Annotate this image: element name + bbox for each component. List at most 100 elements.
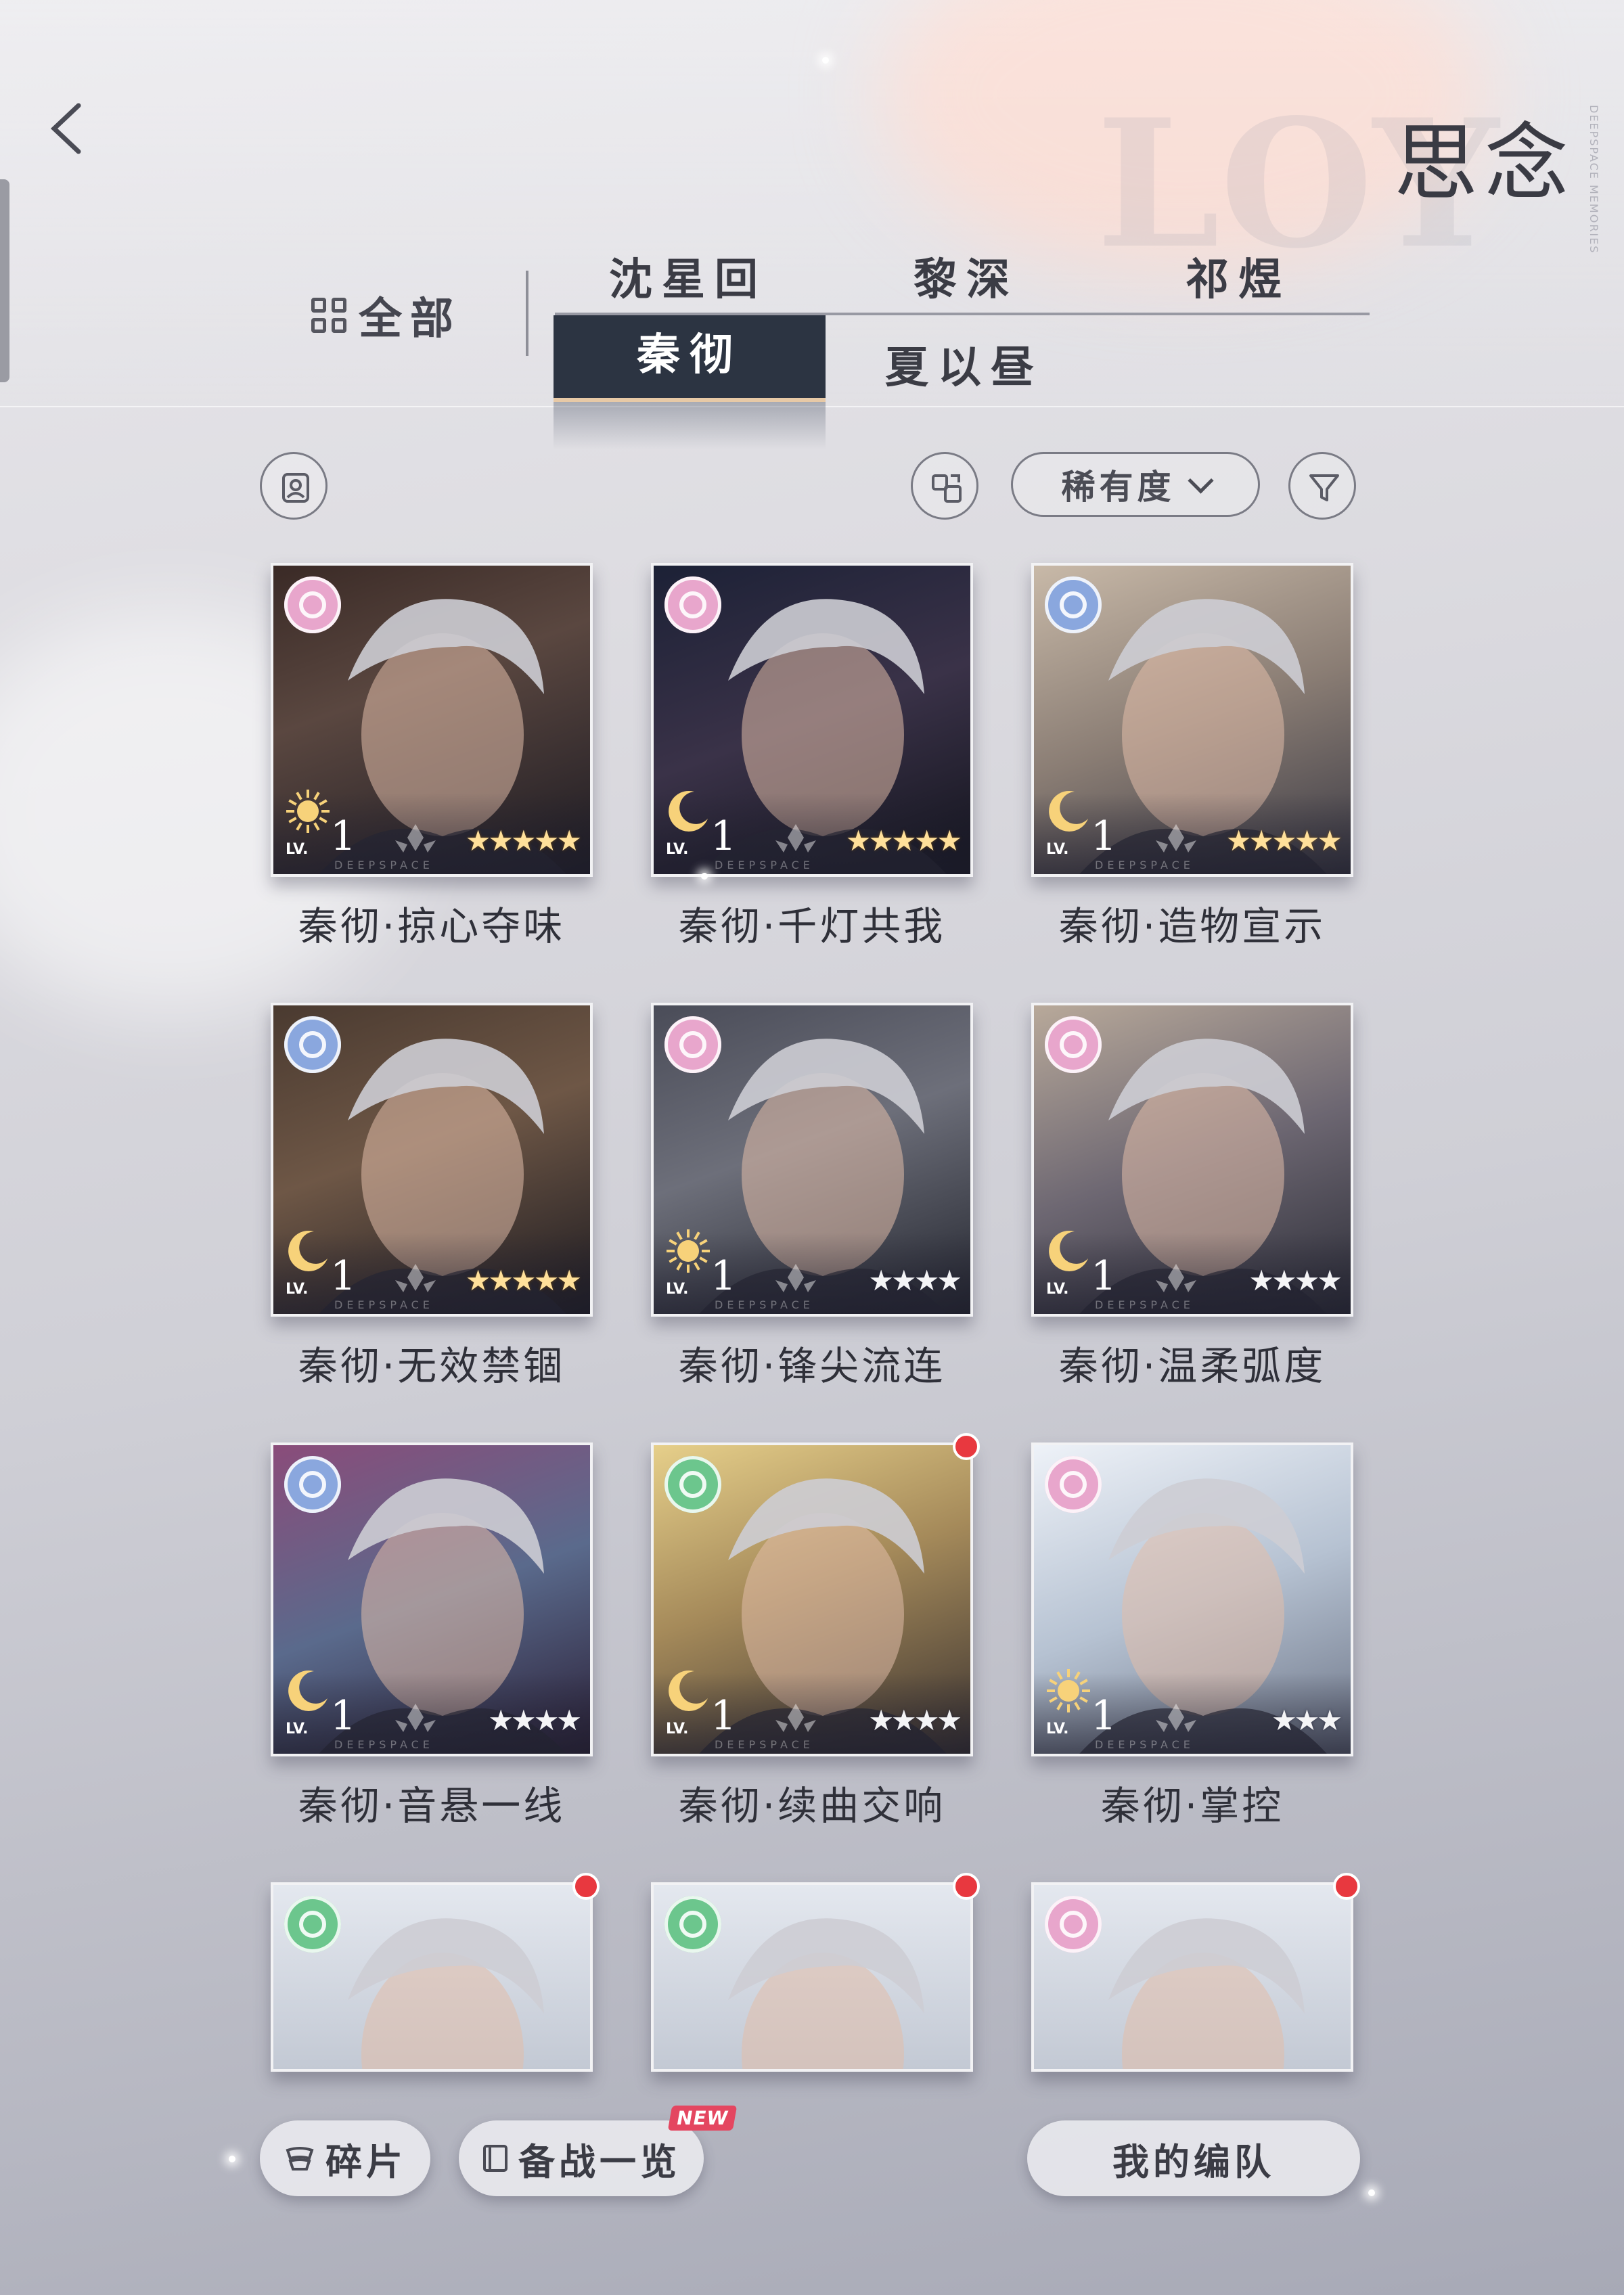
memory-card[interactable]: LV. 1 ★★★★ DEEPSPACE [651, 1003, 973, 1317]
green-gem-icon [664, 1896, 721, 1953]
memory-card[interactable]: LV. 1 ★★★★ DEEPSPACE [651, 1442, 973, 1756]
rarity-stars: ★★★★ [1248, 1264, 1343, 1297]
level-value: 1 [710, 813, 737, 860]
new-indicator-dot [953, 1433, 980, 1460]
sparkle [701, 873, 708, 880]
memory-card[interactable]: LV. 1 ★★★ DEEPSPACE [1031, 1442, 1353, 1756]
book-icon [483, 2145, 508, 2172]
card-watermark: DEEPSPACE [334, 859, 434, 871]
card-watermark: DEEPSPACE [1095, 859, 1194, 871]
memory-card[interactable]: LV. 1 ★★★★ DEEPSPACE [1031, 1003, 1353, 1317]
moon-icon [1049, 1230, 1088, 1271]
profile-view-button[interactable] [260, 452, 328, 520]
memory-card[interactable]: LV. 1 ★★★★★ DEEPSPACE [651, 563, 973, 877]
crest-icon [775, 824, 816, 853]
chevron-down-icon [1187, 467, 1214, 494]
memory-card[interactable] [1031, 1882, 1353, 2072]
blue-gem-icon [1045, 576, 1102, 633]
level-value: 1 [330, 1692, 357, 1740]
rarity-stars: ★★★★★ [465, 824, 582, 857]
memory-card[interactable]: LV. 1 ★★★★ DEEPSPACE [271, 1442, 593, 1756]
chevron-left-icon [50, 103, 81, 154]
crest-icon [1156, 1264, 1196, 1292]
card-watermark: DEEPSPACE [1095, 1298, 1194, 1311]
filter-button[interactable] [1288, 452, 1356, 520]
memory-card[interactable] [651, 1882, 973, 2072]
level-label: LV. [1046, 841, 1069, 858]
crest-icon [395, 1264, 436, 1292]
new-indicator-dot [1333, 1873, 1360, 1900]
tab-character-active[interactable]: 秦彻 [554, 315, 826, 402]
switch-icon [932, 474, 962, 503]
rarity-stars: ★★★★ [488, 1704, 582, 1737]
blue-gem-icon [284, 1016, 341, 1073]
moon-icon [1049, 790, 1088, 832]
tab-character-5[interactable]: 夏以昼 [885, 333, 1043, 395]
green-gem-icon [284, 1896, 341, 1953]
level-value: 1 [710, 1692, 737, 1740]
card-name: 秦彻·掌控 [1100, 1783, 1284, 1829]
rarity-stars: ★★★★ [868, 1264, 962, 1297]
memory-card[interactable] [271, 1882, 593, 2072]
level-label: LV. [1046, 1281, 1069, 1298]
card-name: 秦彻·温柔弧度 [1058, 1343, 1326, 1389]
card-watermark: DEEPSPACE [715, 859, 814, 871]
level-value: 1 [710, 1252, 737, 1300]
card-name: 秦彻·音悬一线 [298, 1783, 566, 1829]
level-value: 1 [1091, 1692, 1117, 1740]
sun-icon [1047, 1669, 1090, 1712]
fragments-label: 碎片 [325, 2140, 407, 2183]
level-value: 1 [330, 1252, 357, 1300]
level-label: LV. [286, 1281, 309, 1298]
sparkle [1368, 2189, 1375, 2196]
rarity-stars: ★★★★★ [465, 1264, 582, 1297]
card-name: 秦彻·千灯共我 [678, 903, 946, 949]
layout-switch-button[interactable] [911, 452, 978, 520]
crest-icon [395, 1704, 436, 1732]
card-name: 秦彻·掠心夺味 [298, 903, 566, 949]
grid-icon [311, 298, 346, 333]
tab-character-2[interactable]: 黎深 [914, 245, 1019, 307]
page-subtitle: DEEPSPACE MEMORIES [1587, 105, 1600, 254]
card-watermark: DEEPSPACE [334, 1738, 434, 1751]
moon-icon [669, 1670, 708, 1711]
tab-character-1[interactable]: 沈星回 [609, 245, 767, 307]
filter-all-button[interactable]: 全部 [311, 284, 461, 346]
moon-icon [288, 1670, 328, 1711]
crest-icon [775, 1264, 816, 1292]
rarity-stars: ★★★★★ [845, 824, 962, 857]
level-value: 1 [1091, 813, 1117, 860]
pink-gem-icon [1045, 1016, 1102, 1073]
card-watermark: DEEPSPACE [715, 1298, 814, 1311]
tab-active-shadow [554, 402, 826, 449]
pink-gem-icon [664, 576, 721, 633]
level-label: LV. [666, 1721, 689, 1737]
memory-card[interactable]: LV. 1 ★★★★★ DEEPSPACE [271, 1003, 593, 1317]
filter-all-label: 全部 [359, 294, 461, 344]
level-value: 1 [330, 813, 357, 860]
sort-label: 稀有度 [1061, 468, 1175, 507]
card-name: 秦彻·造物宣示 [1058, 903, 1326, 949]
pink-gem-icon [664, 1016, 721, 1073]
card-name: 秦彻·无效禁锢 [298, 1343, 566, 1389]
sparkle [229, 2156, 235, 2162]
memory-card[interactable]: LV. 1 ★★★★★ DEEPSPACE [271, 563, 593, 877]
memory-card[interactable]: LV. 1 ★★★★★ DEEPSPACE [1031, 563, 1353, 877]
prep-overview-label: 备战一览 [518, 2140, 681, 2183]
prep-overview-button[interactable]: 备战一览 [459, 2120, 704, 2196]
crest-icon [1156, 1704, 1196, 1732]
card-watermark: DEEPSPACE [715, 1738, 814, 1751]
rarity-stars: ★★★★★ [1225, 824, 1343, 857]
card-watermark: DEEPSPACE [334, 1298, 434, 1311]
moon-icon [288, 1230, 328, 1271]
card-name: 秦彻·续曲交响 [678, 1783, 946, 1829]
side-handle[interactable] [0, 179, 9, 382]
sort-dropdown[interactable]: 稀有度 [1011, 452, 1260, 517]
fragment-icon [286, 2147, 314, 2171]
back-button[interactable] [46, 101, 87, 156]
sparkle [822, 57, 829, 64]
fragments-button[interactable]: 碎片 [260, 2120, 430, 2196]
my-team-button[interactable]: 我的编队 [1027, 2120, 1360, 2196]
pink-gem-icon [1045, 1456, 1102, 1513]
tab-character-3[interactable]: 祁煜 [1186, 245, 1291, 307]
